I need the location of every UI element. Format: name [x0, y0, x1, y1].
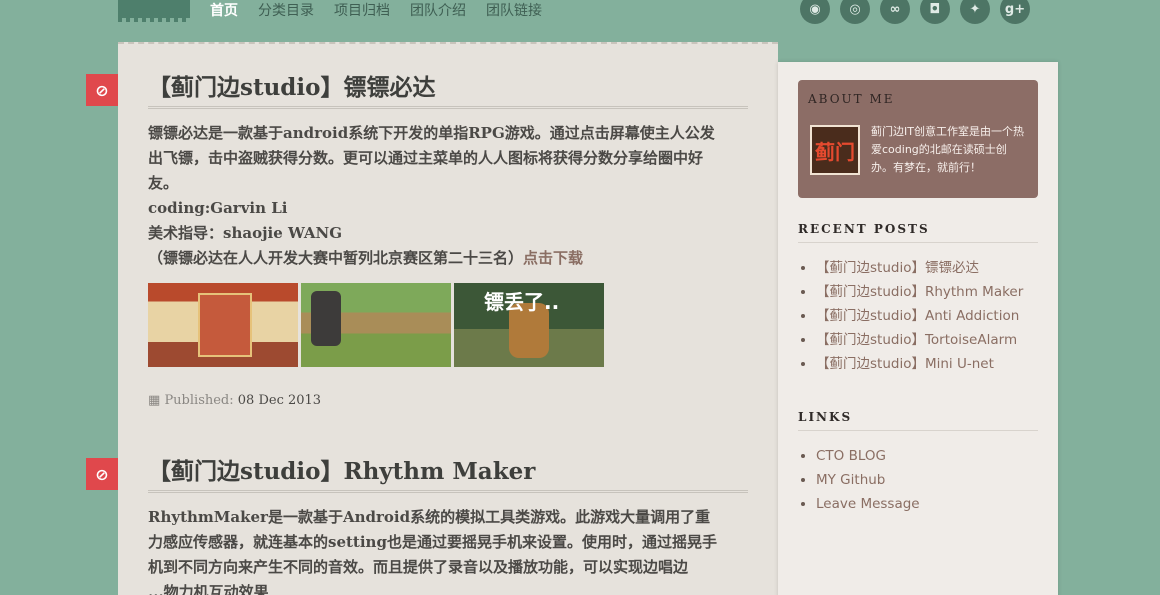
about-me-box: ABOUT ME 蓟门 蓟门边IT创意工作室是由一个热爱coding的北邮在读硕…	[798, 80, 1038, 198]
nav-team-links[interactable]: 团队链接	[486, 2, 542, 20]
post-text-line: 机到不同方向来产生不同的音效。而且提供了录音以及播放功能，可以实现边唱边	[148, 558, 689, 576]
post-text-line: 力感应传感器，就连基本的setting也是通过要摇晃手机来设置。使用时，通过摇晃…	[148, 533, 717, 551]
link-item: MY Github	[816, 468, 920, 492]
rss-icon[interactable]: ◉	[800, 0, 830, 24]
nav-archives[interactable]: 项目归档	[334, 2, 390, 20]
recent-post-item: 【蓟门边studio】Rhythm Maker	[816, 280, 1023, 304]
social-icons: ◉ ◎ ∞ ◘ ✦ g+	[800, 0, 1040, 24]
recent-post-link[interactable]: 【蓟门边studio】Rhythm Maker	[816, 284, 1023, 300]
link-cto-blog[interactable]: CTO BLOG	[816, 448, 886, 464]
avatar: 蓟门	[810, 125, 860, 175]
github-icon[interactable]: ◘	[920, 0, 950, 24]
download-link[interactable]: 点击下载	[523, 249, 583, 267]
post-text-line: 友。	[148, 174, 179, 192]
recent-post-link[interactable]: 【蓟门边studio】Anti Addiction	[816, 308, 1019, 324]
recent-post-link[interactable]: 【蓟门边studio】Mini U-net	[816, 356, 994, 372]
sidebar: ABOUT ME 蓟门 蓟门边IT创意工作室是由一个热爱coding的北邮在读硕…	[778, 62, 1058, 595]
post-title[interactable]: 【蓟门边studio】镖镖必达	[148, 72, 748, 109]
thumbnail-caption: 镖丢了..	[484, 290, 560, 314]
nav-home[interactable]: 首页	[210, 2, 238, 20]
about-text: 蓟门边IT创意工作室是由一个热爱coding的北邮在读硕士创办。有梦在，就前行！	[871, 125, 1024, 174]
nav-team[interactable]: 团队介绍	[410, 2, 466, 20]
post-title[interactable]: 【蓟门边studio】Rhythm Maker	[148, 456, 748, 493]
post-link-icon[interactable]: ⊘	[86, 74, 118, 106]
recent-posts-list: 【蓟门边studio】镖镖必达 【蓟门边studio】Rhythm Maker …	[816, 256, 1023, 376]
nav-categories[interactable]: 分类目录	[258, 2, 314, 20]
renren-icon[interactable]: ∞	[880, 0, 910, 24]
post-body: 镖镖必达是一款基于android系统下开发的单指RPG游戏。通过点击屏幕使主人公…	[148, 121, 748, 271]
post-note: （镖镖必达在人人开发大赛中暂列北京赛区第二十三名）点击下载	[148, 246, 748, 271]
google-plus-icon[interactable]: g+	[1000, 0, 1030, 24]
calendar-icon: ▦	[148, 393, 161, 408]
recent-posts-title: RECENT POSTS	[798, 222, 1038, 243]
post-text-line: ...物力机互动效果	[148, 583, 269, 595]
published-label: Published:	[164, 393, 234, 408]
post-text-line: 出飞镖，击中盗贼获得分数。更可以通过主菜单的人人图标将获得分数分享给圈中好	[148, 149, 704, 167]
post-item: 【蓟门边studio】Rhythm Maker RhythmMaker是一款基于…	[148, 456, 748, 595]
link-my-github[interactable]: MY Github	[816, 472, 885, 488]
recent-post-item: 【蓟门边studio】TortoiseAlarm	[816, 328, 1023, 352]
post-text-line: RhythmMaker是一款基于Android系统的模拟工具类游戏。此游戏大量调…	[148, 508, 711, 526]
link-item: CTO BLOG	[816, 444, 920, 468]
recent-post-item: 【蓟门边studio】Mini U-net	[816, 352, 1023, 376]
published-date: 08 Dec 2013	[237, 393, 322, 408]
screenshot-thumbnail[interactable]: 镖丢了..	[454, 283, 604, 367]
screenshot-gallery: 镖丢了..	[148, 283, 748, 367]
screenshot-thumbnail[interactable]	[148, 283, 298, 367]
recent-post-item: 【蓟门边studio】Anti Addiction	[816, 304, 1023, 328]
post-text-line: 镖镖必达是一款基于android系统下开发的单指RPG游戏。通过点击屏幕使主人公…	[148, 124, 715, 142]
post-note-text: （镖镖必达在人人开发大赛中暂列北京赛区第二十三名）	[148, 249, 524, 267]
recent-post-item: 【蓟门边studio】镖镖必达	[816, 256, 1023, 280]
main-nav: 首页 分类目录 项目归档 团队介绍 团队链接	[210, 2, 562, 20]
site-logo-tab[interactable]	[118, 0, 190, 22]
weibo-icon[interactable]: ◎	[840, 0, 870, 24]
published-meta: ▦ Published: 08 Dec 2013	[148, 393, 748, 408]
screenshot-thumbnail[interactable]	[301, 283, 451, 367]
links-list: CTO BLOG MY Github Leave Message	[816, 444, 920, 516]
about-title: ABOUT ME	[808, 92, 895, 106]
post-link-icon[interactable]: ⊘	[86, 458, 118, 490]
main-content: 【蓟门边studio】镖镖必达 镖镖必达是一款基于android系统下开发的单指…	[118, 42, 778, 595]
link-leave-message[interactable]: Leave Message	[816, 496, 920, 512]
recent-post-link[interactable]: 【蓟门边studio】镖镖必达	[816, 260, 979, 276]
post-item: 【蓟门边studio】镖镖必达 镖镖必达是一款基于android系统下开发的单指…	[148, 72, 748, 408]
post-text-line: 美术指导：shaojie WANG	[148, 224, 343, 242]
link-item: Leave Message	[816, 492, 920, 516]
twitter-icon[interactable]: ✦	[960, 0, 990, 24]
links-title: LINKS	[798, 410, 1038, 431]
post-body: RhythmMaker是一款基于Android系统的模拟工具类游戏。此游戏大量调…	[148, 505, 748, 595]
recent-post-link[interactable]: 【蓟门边studio】TortoiseAlarm	[816, 332, 1017, 348]
post-text-line: coding:Garvin Li	[148, 199, 288, 217]
